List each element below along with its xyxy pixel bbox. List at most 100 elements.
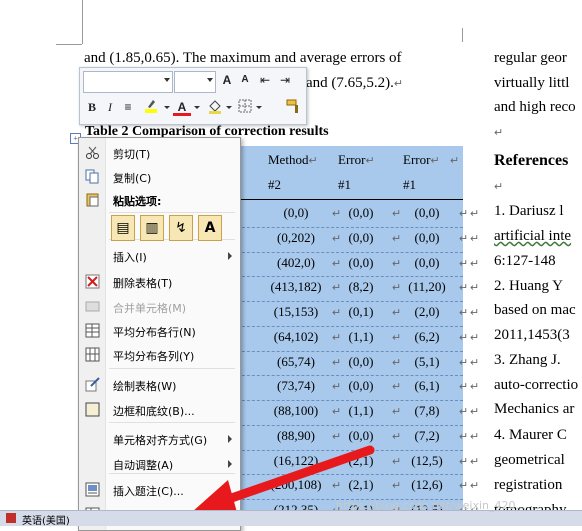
row-end-mark: ↵ <box>470 456 480 468</box>
table-cell[interactable]: (6,1) <box>395 378 459 394</box>
menu-item-distribute-rows[interactable]: 平均分布各行(N) <box>79 320 240 342</box>
table-cell[interactable]: (5,1) <box>395 354 459 370</box>
font-color-dropdown-icon[interactable] <box>194 106 200 109</box>
cell-return-mark: ↵ <box>459 456 469 468</box>
table-row-divider <box>237 276 463 277</box>
text-only-icon[interactable]: A <box>198 215 222 241</box>
table-cell[interactable]: (12,5) <box>395 453 459 469</box>
bold-button[interactable]: B <box>83 98 101 116</box>
merge-formatting-icon[interactable]: ▥ <box>140 215 164 241</box>
keep-formatting-icon[interactable]: ▤ <box>111 215 135 241</box>
row-end-mark: ↵ <box>470 381 480 393</box>
status-bar-icon[interactable] <box>6 513 16 523</box>
distribute-columns-icon <box>85 347 100 362</box>
table-header-error2: Error↵ <box>403 152 440 167</box>
table-cell[interactable]: (0,0) <box>395 255 459 271</box>
menu-item-label: 插入题注(C)... <box>113 485 184 498</box>
italic-button[interactable]: I <box>101 98 119 116</box>
caption-icon <box>85 482 100 497</box>
body-line-2: and (7.65,5.2).↵ <box>306 75 404 91</box>
page-corner-mark <box>56 44 82 45</box>
cell-return-mark: ↵ <box>459 208 469 220</box>
table-cell[interactable]: (1,1) <box>330 403 392 419</box>
table-cell[interactable]: (0,0) <box>395 230 459 246</box>
table-row-divider <box>237 326 463 327</box>
table-cell[interactable]: (7,2) <box>395 428 459 444</box>
center-align-button[interactable]: ≡ <box>119 98 137 116</box>
menu-item-distribute-columns[interactable]: 平均分布各列(Y) <box>79 344 240 366</box>
ref-line: 3. Zhang J. <box>494 352 561 368</box>
row-end-mark: ↵ <box>470 233 480 245</box>
menu-item-paste[interactable]: 粘贴选项: <box>79 189 240 211</box>
table-cell[interactable]: (73,74) <box>260 378 332 394</box>
menu-item-label: 合并单元格(M) <box>113 302 187 315</box>
row-end-mark: ↵ <box>470 406 480 418</box>
table-cell[interactable]: (0,0) <box>330 354 392 370</box>
table-cell[interactable]: (0,0) <box>330 205 392 221</box>
highlight-icon[interactable] <box>142 98 160 116</box>
font-name-combo[interactable] <box>83 71 173 93</box>
table-cell[interactable]: (0,0) <box>260 205 332 221</box>
row-end-mark: ↵ <box>470 258 480 270</box>
cell-return-mark: ↵ <box>459 381 469 393</box>
cell-return-mark: ↵ <box>459 233 469 245</box>
decrease-indent-icon[interactable]: ⇤ <box>256 71 274 89</box>
table-cell[interactable]: (6,2) <box>395 329 459 345</box>
menu-item-label: 平均分布各列(Y) <box>113 350 195 363</box>
table-cell[interactable]: (11,20) <box>395 279 459 295</box>
table-cell[interactable]: (413,182) <box>260 279 332 295</box>
table-cell[interactable]: (0,0) <box>330 255 392 271</box>
shading-dropdown-icon[interactable] <box>226 106 232 109</box>
table-cell[interactable]: (7,8) <box>395 403 459 419</box>
table-cell[interactable]: (15,153) <box>260 304 332 320</box>
table-cell[interactable]: (88,100) <box>260 403 332 419</box>
table-cell[interactable]: (0,0) <box>330 378 392 394</box>
menu-item-label: 平均分布各行(N) <box>113 326 196 339</box>
font-size-combo[interactable] <box>174 71 216 93</box>
scissors-icon <box>85 145 100 160</box>
shading-icon[interactable] <box>206 98 224 116</box>
table-cell[interactable]: (12,6) <box>395 477 459 493</box>
menu-item-delete-table[interactable]: 删除表格(T) <box>79 271 240 293</box>
table-row-divider <box>237 400 463 401</box>
distribute-rows-icon <box>85 323 100 338</box>
menu-item-draw-table[interactable]: 绘制表格(W) <box>79 374 240 396</box>
cell-return-mark: ↵ <box>459 332 469 344</box>
table-cell[interactable]: (65,74) <box>260 354 332 370</box>
menu-item-scissors[interactable]: 剪切(T) <box>79 142 240 164</box>
table-cell[interactable]: (64,102) <box>260 329 332 345</box>
borders-dropdown-icon[interactable] <box>256 106 262 109</box>
table-row-divider <box>237 252 463 253</box>
menu-item-label: 自动调整(A) <box>113 459 174 472</box>
keep-text-icon[interactable]: ↯ <box>169 215 193 241</box>
menu-item-copy[interactable]: 复制(C) <box>79 166 240 188</box>
submenu-arrow-icon <box>228 252 232 260</box>
menu-separator <box>109 368 235 369</box>
ref-line: registration <box>494 477 563 493</box>
table-cell[interactable]: (0,0) <box>395 205 459 221</box>
highlight-dropdown-icon[interactable] <box>164 106 170 109</box>
cell-return-mark: ↵ <box>459 357 469 369</box>
borders-icon[interactable] <box>236 98 254 116</box>
font-color-icon[interactable]: A <box>173 98 191 116</box>
menu-item-merge-cells[interactable]: 合并单元格(M) <box>79 296 240 318</box>
table-cell[interactable]: (0,1) <box>330 304 392 320</box>
table-cell[interactable]: (2,0) <box>395 304 459 320</box>
table-cell[interactable]: (402,0) <box>260 255 332 271</box>
format-painter-icon[interactable] <box>284 98 302 116</box>
cell-return-mark: ↵ <box>459 258 469 270</box>
menu-item-borders[interactable]: 边框和底纹(B)... <box>79 399 240 421</box>
menu-item-submenu-3[interactable]: 插入(I) <box>79 245 240 267</box>
right-line-2: virtually littl <box>494 75 570 91</box>
right-line-3: and high reco <box>494 99 576 115</box>
table-cell[interactable]: (1,1) <box>330 329 392 345</box>
grow-font-icon[interactable]: A <box>218 71 236 89</box>
watermark-text: https://blog.csdn.net/weixin_420... <box>336 499 527 512</box>
cell-return-mark: ↵ <box>459 282 469 294</box>
table-cell[interactable]: (8,2) <box>330 279 392 295</box>
increase-indent-icon[interactable]: ⇥ <box>276 71 294 89</box>
shrink-font-icon[interactable]: A <box>236 71 254 89</box>
table-cell[interactable]: (0,0) <box>330 230 392 246</box>
paste-icon <box>85 192 100 207</box>
table-cell[interactable]: (0,202) <box>260 230 332 246</box>
